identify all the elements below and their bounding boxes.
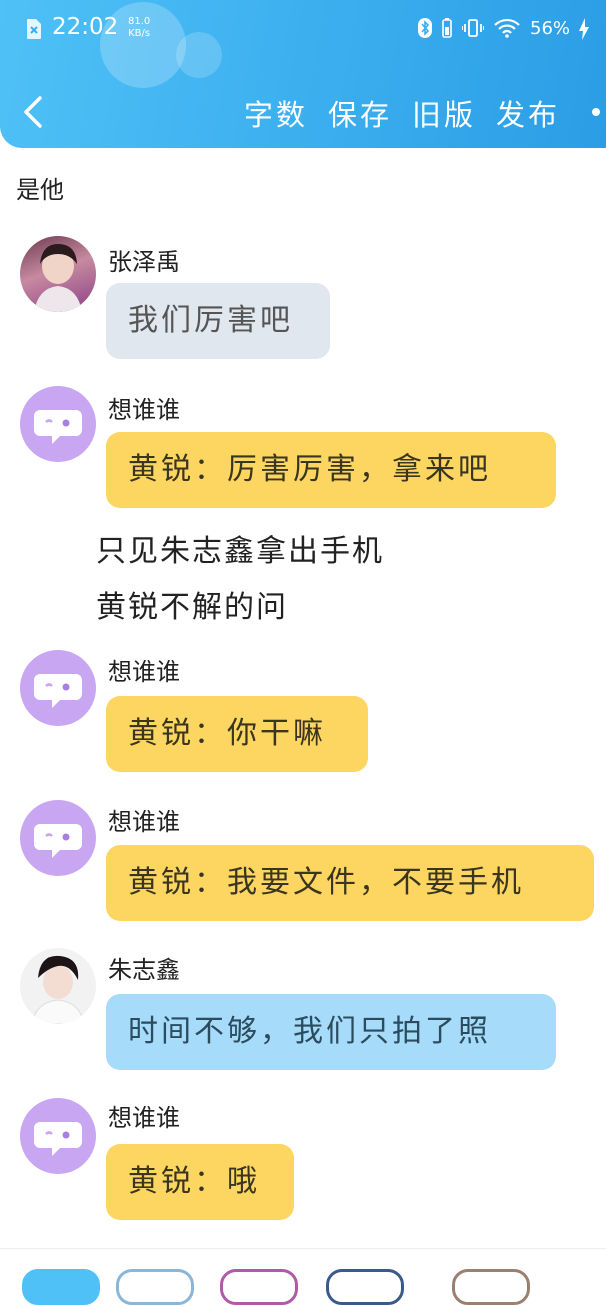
character-selector-bar: [0, 1248, 606, 1305]
status-icons: [418, 18, 520, 38]
back-button[interactable]: [20, 94, 48, 130]
avatar[interactable]: [20, 948, 96, 1024]
battery-saver-icon: [442, 18, 452, 38]
sender-name: 朱志鑫: [108, 956, 180, 984]
sim-icon: [27, 19, 41, 39]
charging-icon: [579, 18, 589, 40]
message-bubble[interactable]: 我们厉害吧: [106, 283, 330, 359]
more-icon[interactable]: [592, 108, 600, 116]
intro-text: 是他: [16, 176, 64, 204]
header-menu: 字数 保存 旧版 发布: [244, 92, 560, 134]
avatar[interactable]: [20, 236, 96, 312]
message-bubble[interactable]: 黄锐：我要文件，不要手机: [106, 845, 594, 921]
avatar[interactable]: [20, 800, 96, 876]
character-tab[interactable]: [326, 1269, 404, 1305]
avatar[interactable]: [20, 650, 96, 726]
sender-name: 想谁谁: [108, 1104, 180, 1132]
vibrate-icon: [462, 19, 484, 37]
portrait-photo: [34, 244, 82, 312]
chat-bubble-icon: [34, 674, 82, 708]
network-speed: 81.0 KB/s: [128, 16, 151, 39]
bluetooth-icon: [418, 18, 432, 38]
chat-bubble-icon: [34, 1122, 82, 1156]
avatar[interactable]: [20, 1098, 96, 1174]
battery-percent: 56%: [530, 18, 571, 39]
avatar[interactable]: [20, 386, 96, 462]
save-button[interactable]: 保存: [328, 92, 392, 134]
sender-name: 想谁谁: [108, 396, 180, 424]
narration-line: 黄锐不解的问: [96, 590, 288, 625]
publish-button[interactable]: 发布: [496, 92, 560, 134]
sender-name: 想谁谁: [108, 658, 180, 686]
word-count-button[interactable]: 字数: [244, 92, 308, 134]
character-tab[interactable]: [116, 1269, 194, 1305]
old-version-button[interactable]: 旧版: [412, 92, 476, 134]
message-bubble[interactable]: 时间不够，我们只拍了照: [106, 994, 556, 1070]
status-bar: 22:02 81.0 KB/s 56%: [0, 0, 606, 60]
character-tab[interactable]: [220, 1269, 298, 1305]
sender-name: 张泽禹: [108, 248, 180, 276]
sender-name: 想谁谁: [108, 808, 180, 836]
character-tab[interactable]: [22, 1269, 100, 1305]
chat-bubble-icon: [34, 410, 82, 444]
narration-line: 只见朱志鑫拿出手机: [96, 534, 384, 569]
message-bubble[interactable]: 黄锐：你干嘛: [106, 696, 368, 772]
app-header: 22:02 81.0 KB/s 56% 字数 保存 旧版 发布: [0, 0, 606, 148]
message-bubble[interactable]: 黄锐：厉害厉害，拿来吧: [106, 432, 556, 508]
portrait-photo: [31, 955, 85, 1024]
character-tab[interactable]: [452, 1269, 530, 1305]
message-bubble[interactable]: 黄锐：哦: [106, 1144, 294, 1220]
status-time: 22:02: [52, 14, 119, 40]
wifi-icon: [494, 18, 520, 38]
chat-bubble-icon: [34, 824, 82, 858]
